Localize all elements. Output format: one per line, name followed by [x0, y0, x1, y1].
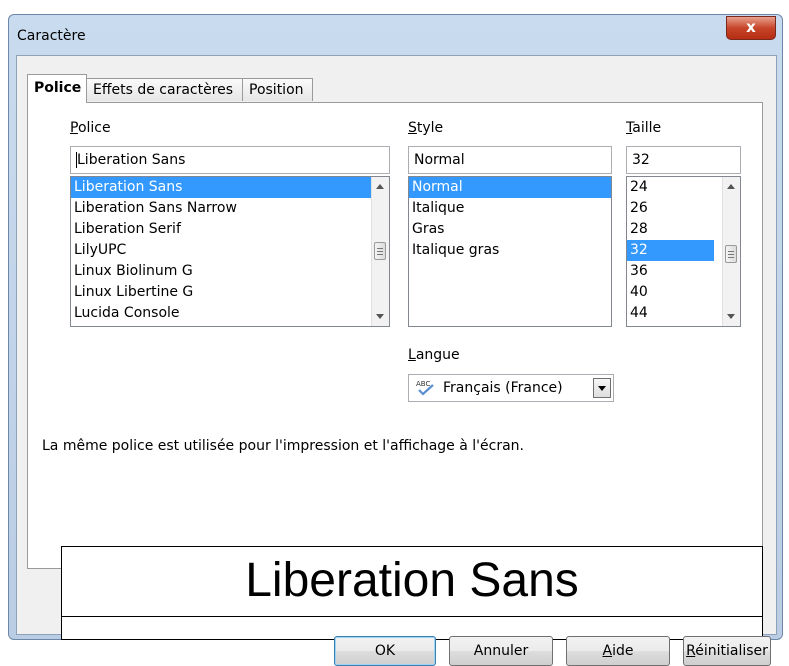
dropdown-button[interactable] [593, 378, 611, 398]
font-list-item[interactable]: Lucida Console [71, 303, 389, 324]
tab-police[interactable]: Police [27, 74, 87, 103]
language-label: Langue [408, 347, 460, 363]
size-list-item[interactable]: 32 [627, 240, 714, 261]
style-list-item[interactable]: Italique gras [409, 240, 611, 261]
language-select[interactable]: ABC Français (France) [408, 374, 614, 402]
dialog-title: Caractère [17, 28, 86, 44]
dialog-window: Caractère x Police Effets de caractères … [8, 14, 783, 666]
close-button[interactable]: x [726, 16, 776, 40]
font-label: Police [70, 120, 111, 136]
size-label: Taille [626, 120, 662, 136]
scroll-thumb[interactable] [374, 242, 386, 260]
size-list-item[interactable]: 36 [627, 261, 714, 282]
ok-button[interactable]: OK [334, 636, 436, 666]
reset-button[interactable]: Réinitialiser [683, 636, 771, 666]
info-text: La même police est utilisée pour l'impre… [42, 438, 524, 454]
font-list-item[interactable]: Linux Biolinum G [71, 261, 389, 282]
font-list-item[interactable]: LilyUPC [71, 240, 389, 261]
chevron-down-icon [598, 386, 606, 391]
dialog-client-area: Police Effets de caractères Position Pol… [16, 55, 777, 666]
font-list-item[interactable]: Liberation Serif [71, 219, 389, 240]
font-list-item[interactable]: Liberation Sans [71, 177, 389, 198]
size-list-item[interactable]: 44 [627, 303, 714, 324]
help-button[interactable]: Aide [566, 636, 670, 666]
font-list-scrollbar[interactable] [371, 177, 389, 326]
style-list-item[interactable]: Italique [409, 198, 611, 219]
tab-effets-de-caracteres[interactable]: Effets de caractères [86, 78, 243, 101]
font-preview: Liberation Sans [61, 546, 763, 640]
scroll-up-icon[interactable] [727, 184, 735, 189]
size-list-item[interactable]: 24 [627, 177, 714, 198]
font-list-item[interactable]: Liberation Sans Narrow [71, 198, 389, 219]
size-list[interactable]: 24 26 28 32 36 40 44 [626, 176, 741, 327]
scroll-down-icon[interactable] [376, 314, 384, 319]
style-label: Style [408, 120, 444, 136]
size-input[interactable]: 32 [626, 146, 741, 174]
language-value: Français (France) [443, 380, 563, 396]
preview-text: Liberation Sans [245, 554, 579, 607]
size-list-item[interactable]: 40 [627, 282, 714, 303]
scroll-up-icon[interactable] [376, 184, 384, 189]
font-list[interactable]: Liberation Sans Liberation Sans Narrow L… [70, 176, 390, 327]
cancel-button[interactable]: Annuler [449, 636, 553, 666]
style-input[interactable]: Normal [408, 146, 612, 174]
style-list-item[interactable]: Gras [409, 219, 611, 240]
style-list-item[interactable]: Normal [409, 177, 611, 198]
svg-text:ABC: ABC [416, 380, 430, 388]
font-name-input[interactable]: Liberation Sans [70, 146, 390, 174]
style-list[interactable]: Normal Italique Gras Italique gras [408, 176, 612, 327]
spellcheck-abc-icon: ABC [416, 380, 434, 396]
size-list-item[interactable]: 28 [627, 219, 714, 240]
police-tab-panel: Police Liberation Sans Liberation Sans L… [27, 102, 763, 569]
size-list-item[interactable]: 26 [627, 198, 714, 219]
close-icon: x [746, 18, 756, 36]
scroll-thumb[interactable] [725, 245, 737, 263]
preview-baseline [62, 616, 762, 617]
tab-position[interactable]: Position [242, 78, 313, 101]
scroll-down-icon[interactable] [727, 314, 735, 319]
size-list-scrollbar[interactable] [722, 177, 740, 326]
font-list-item[interactable]: Linux Libertine G [71, 282, 389, 303]
